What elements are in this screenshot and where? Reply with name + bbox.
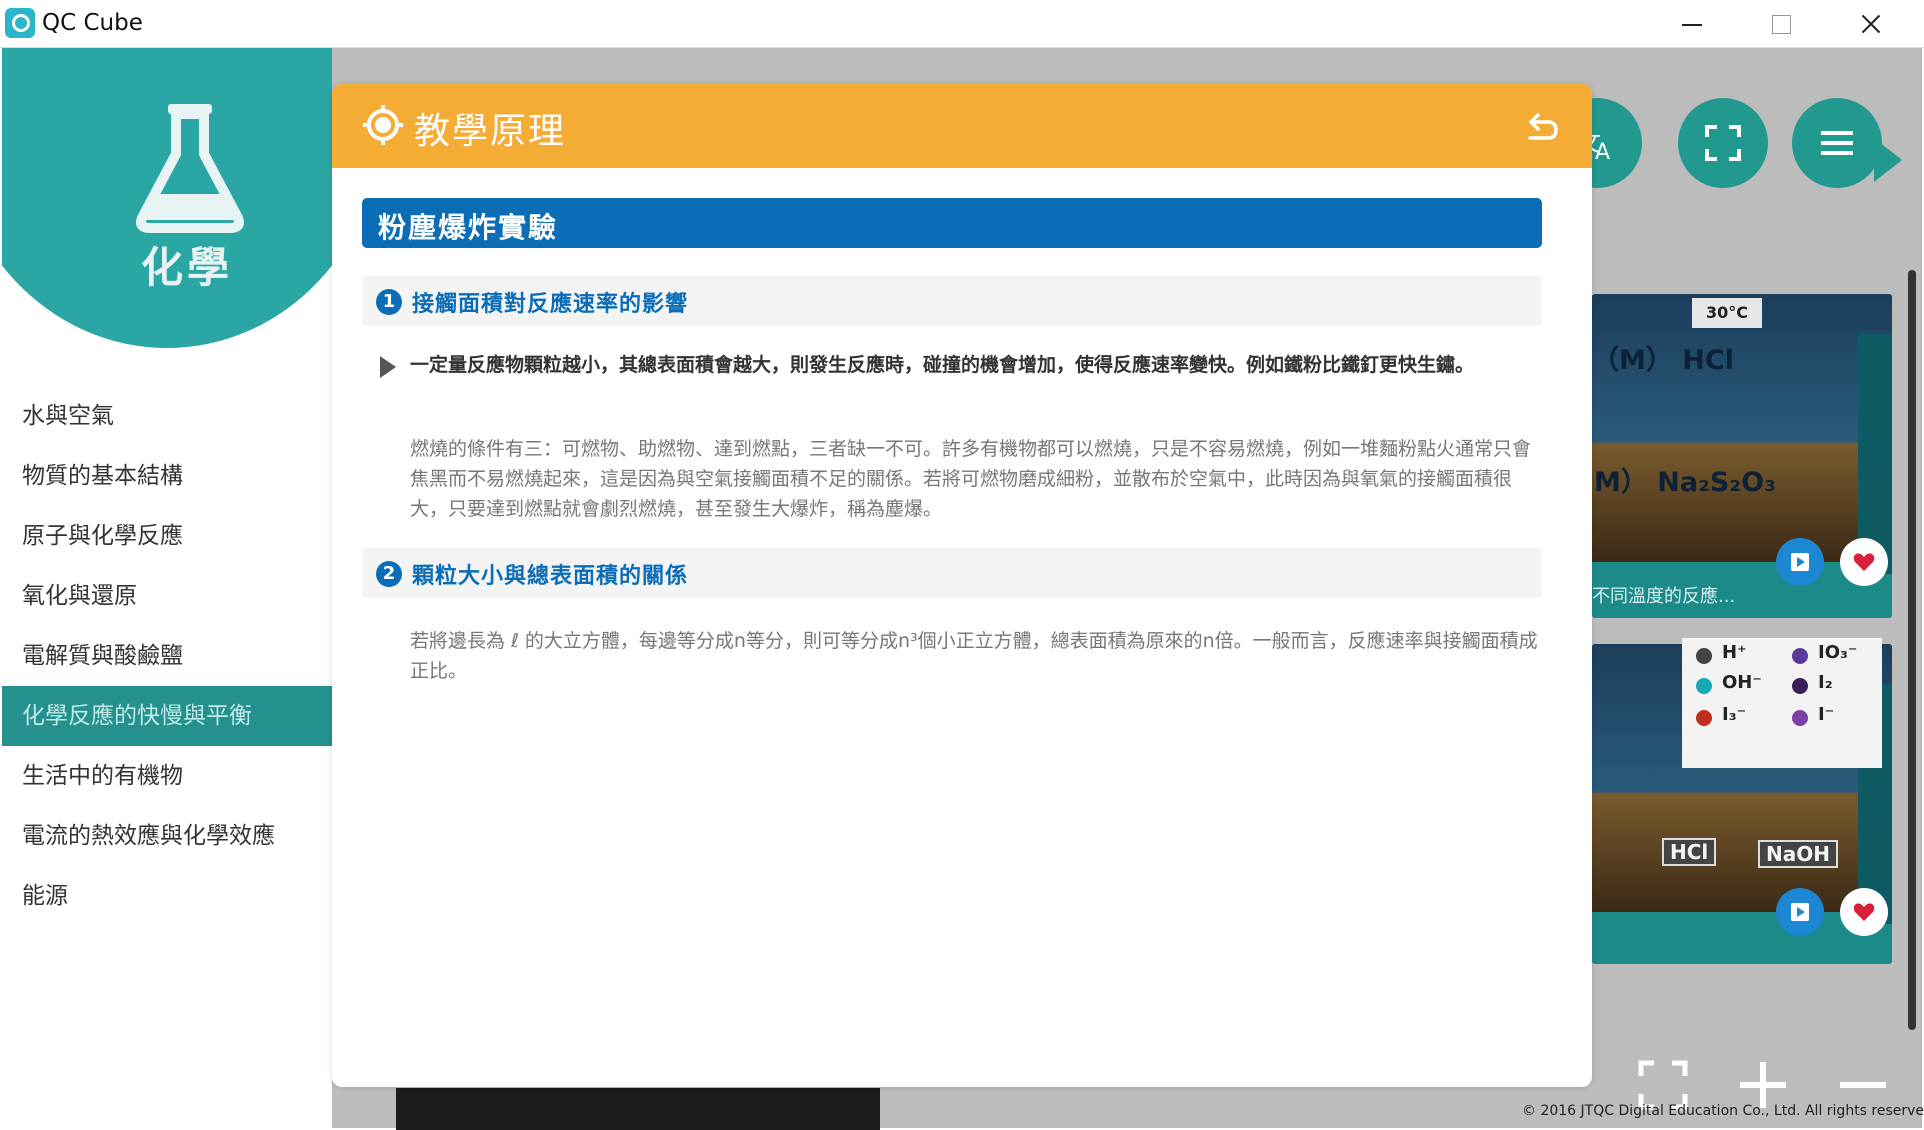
video-icon: [1791, 553, 1809, 571]
topic-banner: 粉塵爆炸實驗: [362, 198, 1542, 248]
video-icon: [1791, 903, 1809, 921]
experiment-thumbnail: [1592, 294, 1892, 562]
hamburger-icon: [1821, 131, 1853, 155]
close-button[interactable]: [1826, 0, 1916, 48]
heart-icon: [1853, 903, 1875, 921]
play-video-button[interactable]: [1776, 538, 1824, 586]
chem-label: M） Na₂S₂O₃: [1594, 467, 1776, 498]
sidebar-topic[interactable]: 氧化與還原: [2, 566, 332, 626]
favorite-button[interactable]: [1840, 538, 1888, 586]
section-body: 若將邊長為 ℓ 的大立方體，每邊等分成n等分，則可等分成n³個小正立方體，總表面…: [410, 630, 1538, 682]
section-title: 顆粒大小與總表面積的關係: [412, 564, 689, 589]
menu-button[interactable]: [1792, 98, 1882, 188]
key-point-text: 一定量反應物顆粒越小，其總表面積會越大，則發生反應時，碰撞的機會增加，使得反應速…: [410, 354, 1475, 376]
beaker-label: HCl: [1662, 838, 1717, 866]
subject-label: 化學: [140, 243, 233, 292]
card-caption: 不同溫度的反應...: [1592, 586, 1736, 607]
back-button[interactable]: [1524, 110, 1560, 146]
sidebar-topic[interactable]: 電解質與酸鹼鹽: [2, 626, 332, 686]
svg-text:A: A: [1595, 140, 1610, 163]
section-number: 1: [376, 289, 402, 315]
window-title: QC Cube: [42, 10, 143, 36]
sidebar-topic[interactable]: 物質的基本結構: [2, 446, 332, 506]
ion-legend: H⁺ OH⁻ I₃⁻ IO₃⁻ I₂ I⁻: [1682, 638, 1882, 768]
topic-title: 粉塵爆炸實驗: [378, 211, 559, 244]
temperature-readout: 30°C: [1692, 298, 1762, 328]
target-icon: [363, 105, 403, 145]
sidebar: 化學 水與空氣 物質的基本結構 原子與化學反應 氧化與還原 電解質與酸鹼鹽 化學…: [2, 48, 332, 1128]
section-header: 1 接觸面積對反應速率的影響: [362, 276, 1542, 326]
sidebar-topic-active[interactable]: 化學反應的快慢與平衡: [2, 686, 332, 746]
dialog-title: 教學原理: [414, 111, 567, 152]
section-body: 燃燒的條件有三：可燃物、助燃物、達到燃點，三者缺一不可。許多有機物都可以燃燒，只…: [410, 438, 1532, 520]
app-logo-icon: [5, 8, 35, 38]
ion-label: IO₃⁻: [1818, 642, 1858, 663]
sidebar-topic[interactable]: 水與空氣: [2, 386, 332, 446]
ion-label: H⁺: [1722, 642, 1747, 663]
sidebar-topic[interactable]: 電流的熱效應與化學效應: [2, 806, 332, 866]
favorite-button[interactable]: [1840, 888, 1888, 936]
maximize-button[interactable]: [1736, 0, 1826, 48]
ion-label: I⁻: [1818, 704, 1835, 725]
section-number: 2: [376, 561, 402, 587]
flask-icon: [136, 104, 244, 233]
sidebar-topic[interactable]: 生活中的有機物: [2, 746, 332, 806]
heart-icon: [1853, 553, 1875, 571]
topic-list: 水與空氣 物質的基本結構 原子與化學反應 氧化與還原 電解質與酸鹼鹽 化學反應的…: [2, 386, 332, 926]
title-bar: QC Cube: [0, 0, 1924, 48]
beaker-label: NaOH: [1758, 840, 1838, 868]
scrollbar[interactable]: [1908, 270, 1916, 1030]
thumbnail-strip: [396, 1088, 880, 1130]
bullet-arrow-icon: [380, 356, 396, 378]
menu-pointer: [1874, 138, 1902, 182]
expand-icon: [1705, 125, 1741, 161]
chem-label: （M） HCl: [1592, 345, 1734, 376]
dialog-header: 教學原理: [332, 84, 1592, 168]
ion-label: I₂: [1818, 672, 1833, 693]
sidebar-topic[interactable]: 原子與化學反應: [2, 506, 332, 566]
fullscreen-button[interactable]: [1678, 98, 1768, 188]
minimize-button[interactable]: [1646, 0, 1736, 48]
ion-label: OH⁻: [1722, 672, 1762, 693]
copyright-text: © 2016 JTQC Digital Education Co., Ltd. …: [1522, 1103, 1924, 1119]
section-title: 接觸面積對反應速率的影響: [412, 292, 689, 317]
play-video-button[interactable]: [1776, 888, 1824, 936]
section-header: 2 顆粒大小與總表面積的關係: [362, 548, 1542, 598]
ion-label: I₃⁻: [1722, 704, 1747, 725]
sidebar-topic[interactable]: 能源: [2, 866, 332, 926]
teaching-principle-dialog: 教學原理 粉塵爆炸實驗 1 接觸面積對反應速率的影響 一定量反應物顆粒越小，其總…: [332, 84, 1592, 1087]
